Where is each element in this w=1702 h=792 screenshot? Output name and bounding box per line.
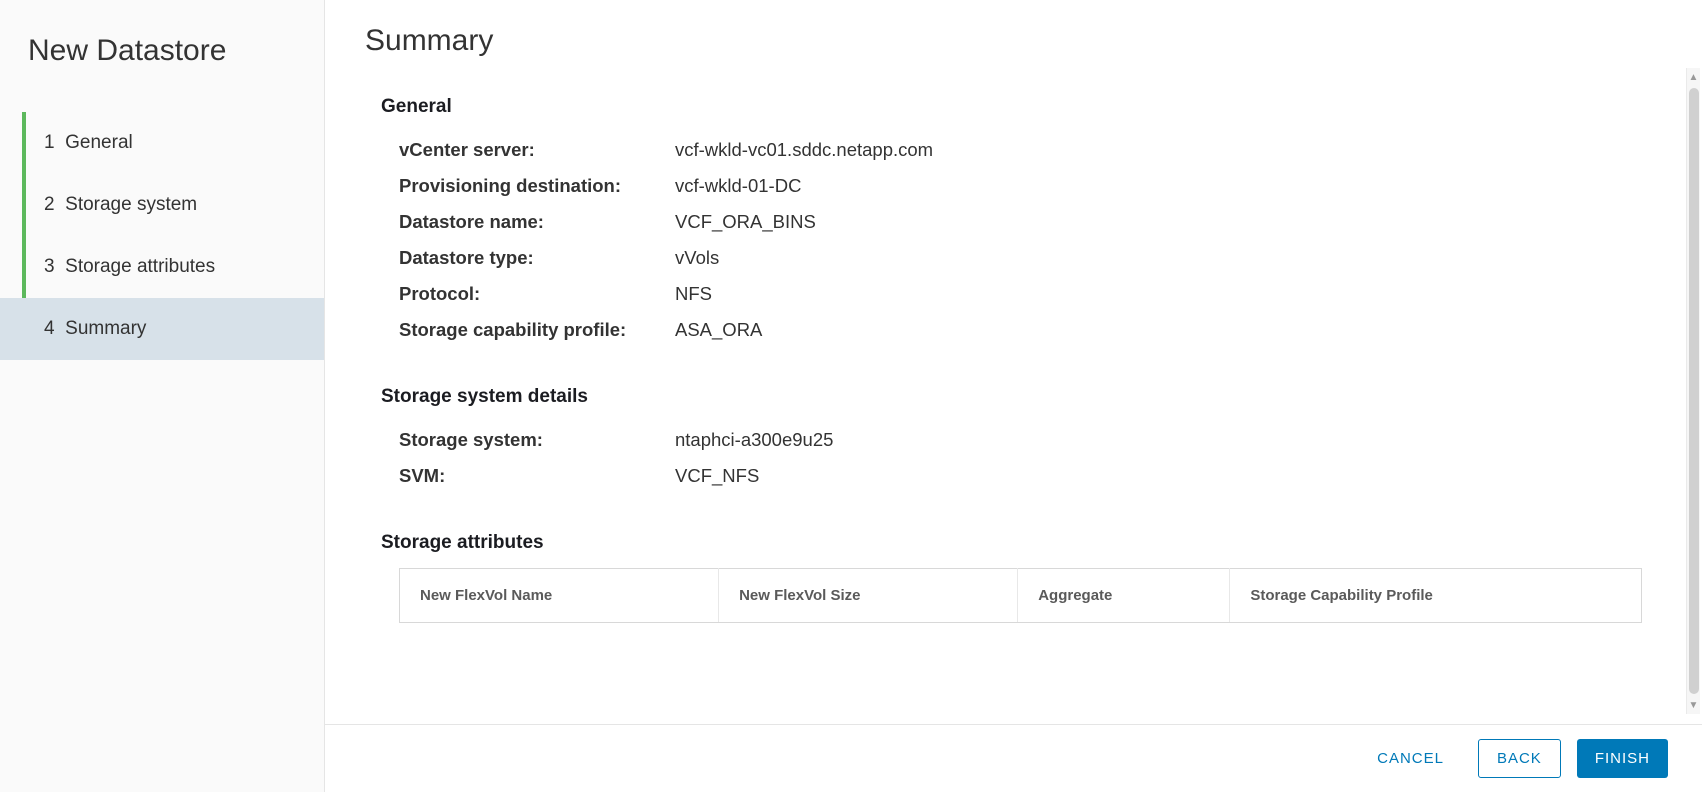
label-dstype: Datastore type:: [365, 247, 675, 269]
value-scp: ASA_ORA: [675, 319, 762, 341]
storage-attributes-table-wrap: New FlexVol Name New FlexVol Size Aggreg…: [365, 568, 1652, 623]
col-storage-capability-profile[interactable]: Storage Capability Profile: [1230, 569, 1642, 623]
scroll-thumb[interactable]: [1689, 88, 1699, 694]
row-dsname: Datastore name: VCF_ORA_BINS: [365, 204, 1652, 240]
page-title: Summary: [365, 24, 1652, 58]
main-content: Summary General vCenter server: vcf-wkld…: [325, 0, 1702, 724]
table-header-row: New FlexVol Name New FlexVol Size Aggreg…: [400, 569, 1642, 623]
row-protocol: Protocol: NFS: [365, 276, 1652, 312]
finish-button[interactable]: FINISH: [1577, 739, 1668, 778]
label-storage-system: Storage system:: [365, 429, 675, 451]
col-aggregate[interactable]: Aggregate: [1018, 569, 1230, 623]
vertical-scrollbar[interactable]: ▲ ▼: [1686, 68, 1700, 714]
section-heading-storage-attributes: Storage attributes: [365, 532, 1652, 554]
back-button[interactable]: BACK: [1478, 739, 1561, 778]
step-number: 4: [44, 318, 55, 339]
step-label: Storage attributes: [65, 256, 215, 277]
col-flexvol-size[interactable]: New FlexVol Size: [719, 569, 1018, 623]
row-vcenter: vCenter server: vcf-wkld-vc01.sddc.netap…: [365, 132, 1652, 168]
step-number: 3: [44, 256, 55, 277]
main-panel: Summary General vCenter server: vcf-wkld…: [325, 0, 1702, 792]
section-general: General vCenter server: vcf-wkld-vc01.sd…: [365, 96, 1652, 348]
value-vcenter: vcf-wkld-vc01.sddc.netapp.com: [675, 139, 933, 161]
step-general[interactable]: 1 General: [0, 112, 324, 174]
section-storage-system: Storage system details Storage system: n…: [365, 386, 1652, 494]
step-label: General: [65, 132, 133, 153]
section-heading-storage-system: Storage system details: [365, 386, 1652, 408]
section-storage-attributes: Storage attributes New FlexVol Name New …: [365, 532, 1652, 623]
value-provdest: vcf-wkld-01-DC: [675, 175, 801, 197]
row-storage-system: Storage system: ntaphci-a300e9u25: [365, 422, 1652, 458]
row-dstype: Datastore type: vVols: [365, 240, 1652, 276]
value-svm: VCF_NFS: [675, 465, 759, 487]
wizard-sidebar: New Datastore 1 General 2 Storage system…: [0, 0, 325, 792]
label-protocol: Protocol:: [365, 283, 675, 305]
scroll-up-arrow-icon[interactable]: ▲: [1687, 68, 1701, 86]
storage-attributes-table: New FlexVol Name New FlexVol Size Aggreg…: [399, 568, 1642, 623]
label-provdest: Provisioning destination:: [365, 175, 675, 197]
label-vcenter: vCenter server:: [365, 139, 675, 161]
row-scp: Storage capability profile: ASA_ORA: [365, 312, 1652, 348]
label-scp: Storage capability profile:: [365, 319, 675, 341]
wizard-steps: 1 General 2 Storage system 3 Storage att…: [0, 112, 324, 360]
row-svm: SVM: VCF_NFS: [365, 458, 1652, 494]
row-provdest: Provisioning destination: vcf-wkld-01-DC: [365, 168, 1652, 204]
step-summary[interactable]: 4 Summary: [0, 298, 324, 360]
value-storage-system: ntaphci-a300e9u25: [675, 429, 833, 451]
step-label: Summary: [65, 318, 146, 339]
value-dsname: VCF_ORA_BINS: [675, 211, 816, 233]
label-svm: SVM:: [365, 465, 675, 487]
cancel-button[interactable]: CANCEL: [1359, 739, 1462, 778]
scroll-down-arrow-icon[interactable]: ▼: [1687, 696, 1701, 714]
col-flexvol-name[interactable]: New FlexVol Name: [400, 569, 719, 623]
label-dsname: Datastore name:: [365, 211, 675, 233]
wizard-footer: CANCEL BACK FINISH: [325, 724, 1702, 792]
section-heading-general: General: [365, 96, 1652, 118]
step-number: 2: [44, 194, 55, 215]
step-number: 1: [44, 132, 55, 153]
step-storage-attributes[interactable]: 3 Storage attributes: [0, 236, 324, 298]
value-dstype: vVols: [675, 247, 719, 269]
step-label: Storage system: [65, 194, 197, 215]
value-protocol: NFS: [675, 283, 712, 305]
wizard-title: New Datastore: [0, 24, 324, 112]
step-storage-system[interactable]: 2 Storage system: [0, 174, 324, 236]
